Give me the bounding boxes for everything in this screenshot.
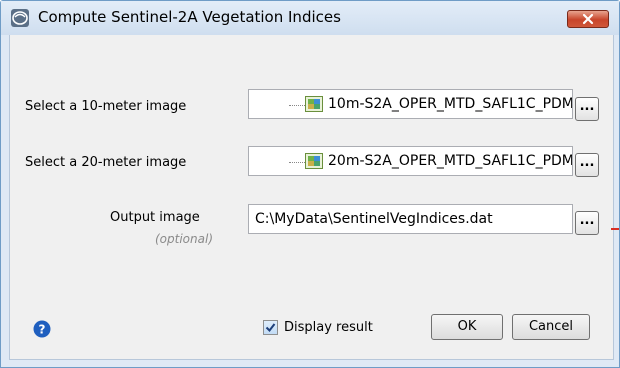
display-result-checkbox[interactable] [263, 320, 278, 335]
close-x-icon [582, 13, 594, 25]
close-button[interactable] [567, 10, 609, 28]
raster-image-icon [305, 96, 323, 112]
envi-icon [11, 9, 29, 27]
image10-field[interactable]: 10m-S2A_OPER_MTD_SAFL1C_PDMC_20151205T18… [248, 89, 573, 119]
output-path: C:\MyData\SentinelVegIndices.dat [255, 211, 493, 227]
dialog-window: Compute Sentinel-2A Vegetation Indices S… [0, 0, 620, 368]
output-optional-label: (optional) [155, 232, 213, 246]
dialog-body: Select a 10-meter image 10m-S2A_OPER_MTD… [9, 35, 614, 360]
output-label: Output image [110, 210, 200, 225]
raster-image-icon [305, 153, 323, 169]
image10-label: Select a 10-meter image [25, 99, 187, 114]
output-browse-button[interactable]: ... [575, 211, 599, 235]
image20-field[interactable]: 20m-S2A_OPER_MTD_SAFL1C_PDMC_20151205T18… [248, 146, 573, 176]
svg-text:?: ? [39, 323, 46, 337]
image20-filename: 20m-S2A_OPER_MTD_SAFL1C_PDMC_20151205T18… [328, 153, 573, 169]
annotation-pointer [611, 228, 619, 230]
ok-button[interactable]: OK [431, 314, 503, 340]
help-icon[interactable]: ? [33, 320, 51, 338]
image10-filename: 10m-S2A_OPER_MTD_SAFL1C_PDMC_20151205T18… [328, 96, 573, 112]
image10-browse-button[interactable]: ... [575, 97, 599, 121]
image20-browse-button[interactable]: ... [575, 153, 599, 177]
output-file-input[interactable]: C:\MyData\SentinelVegIndices.dat [248, 204, 573, 234]
checkmark-icon [265, 323, 276, 333]
display-result-label[interactable]: Display result [284, 320, 373, 335]
window-title: Compute Sentinel-2A Vegetation Indices [38, 8, 341, 26]
title-bar[interactable]: Compute Sentinel-2A Vegetation Indices [1, 1, 619, 35]
image20-label: Select a 20-meter image [25, 155, 187, 170]
cancel-button[interactable]: Cancel [512, 314, 590, 340]
